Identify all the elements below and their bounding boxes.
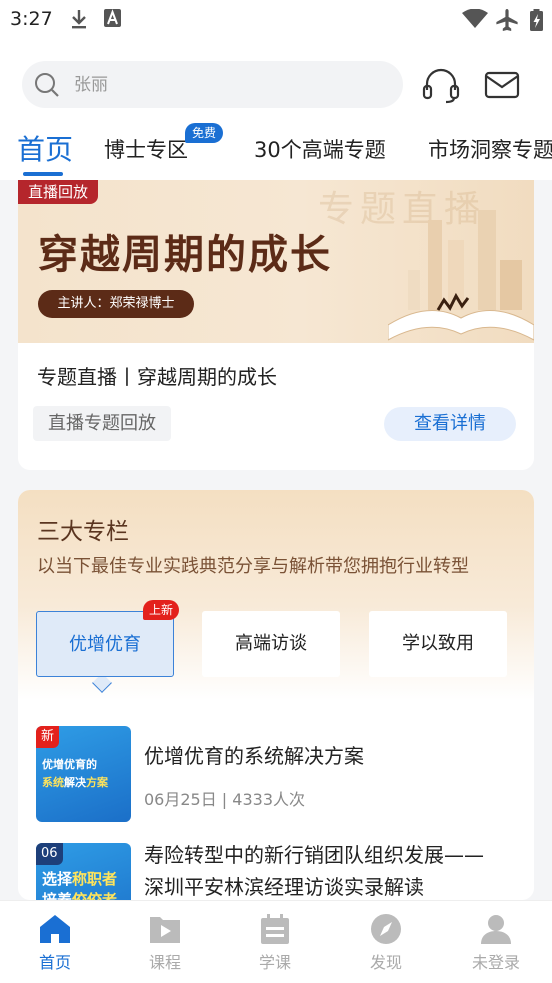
tab-doctor-zone[interactable]: 博士专区 [104,134,188,164]
thumb-line: 优增优育的 [42,758,97,771]
wifi-icon [462,9,488,29]
nav-profile[interactable]: 未登录 [456,913,536,973]
course-title: 寿险转型中的新行销团队组织发展—— 深圳平安林滨经理访谈实录解读 [144,843,484,899]
books-illustration [388,210,534,341]
mail-icon[interactable] [484,68,524,104]
nav-discover[interactable]: 发现 [346,913,426,973]
tab-bar: 首页 博士专区 30个高端专题 市场洞察专题 [0,128,552,176]
free-badge: 免费 [185,123,223,143]
course-item[interactable]: 新 优增优育的 系统解决方案 优增优育的系统解决方案 06月25日 | 4333… [36,726,516,822]
columns-card: 三大专栏 以当下最佳专业实践典范分享与解析带您拥抱行业转型 优增优育 高端访谈 … [18,490,534,900]
tab-active-indicator [23,172,63,176]
segment-practice[interactable]: 学以致用 [369,611,507,677]
search-input[interactable] [74,61,374,108]
new-badge: 上新 [143,600,180,620]
live-banner[interactable]: 专题直播 直播回放 穿越周期的成长 主讲人：郑荣禄博士 [18,180,534,343]
columns-description: 以当下最佳专业实践典范分享与解析带您拥抱行业转型 [37,556,469,577]
nav-label: 未登录 [471,953,520,972]
status-time: 3:27 [10,8,53,30]
tab-home[interactable]: 首页 [17,128,73,168]
calendar-icon [261,914,289,944]
segment-interview[interactable]: 高端访谈 [202,611,340,677]
nav-label: 课程 [148,953,181,972]
airplane-icon [495,9,519,31]
play-icon [150,917,180,943]
replay-tag: 直播回放 [18,180,99,204]
nav-label: 学课 [258,953,291,972]
live-title[interactable]: 专题直播丨穿越周期的成长 [37,361,277,390]
nav-label: 首页 [38,953,71,972]
bottom-nav: 首页 课程 学课 发现 未登录 [0,900,552,983]
nav-courses[interactable]: 课程 [125,913,205,973]
view-details-button[interactable]: 查看详情 [384,407,516,441]
tab-30-topics[interactable]: 30个高端专题 [254,134,386,164]
user-icon [481,915,511,944]
battery-charging-icon [530,9,543,31]
nav-home[interactable]: 首页 [15,913,95,973]
compass-icon [371,914,401,944]
course-thumbnail: 新 优增优育的 系统解决方案 [36,726,131,822]
headset-icon[interactable] [421,68,461,104]
nav-study[interactable]: 学课 [235,913,315,973]
course-title: 优增优育的系统解决方案 [144,744,364,768]
tab-market-insight[interactable]: 市场洞察专题 [428,134,552,164]
banner-title: 穿越周期的成长 [38,232,332,278]
thumb-episode-tag: 06 [36,843,63,865]
thumb-line: 系统解决方案 [42,776,108,789]
course-item[interactable]: 06 选择称职者 培养佼佼者 寿险转型中的新行销团队组织发展—— 深圳平安林滨经理… [36,843,516,900]
live-card[interactable]: 专题直播 直播回放 穿越周期的成长 主讲人：郑荣禄博士 专题直播丨穿越周期的成长… [18,180,534,470]
search-bar[interactable] [22,61,403,108]
columns-title: 三大专栏 [37,519,129,545]
thumb-line: 选择称职者 [42,870,118,888]
course-meta: 06月25日 | 4333人次 [144,790,306,809]
download-icon [70,9,88,29]
thumb-line: 培养佼佼者 [42,891,118,900]
segment-youzeng[interactable]: 优增优育 [36,611,174,677]
live-category-tag: 直播专题回放 [33,406,171,441]
course-thumbnail: 06 选择称职者 培养佼佼者 [36,843,131,900]
header: 首页 博士专区 30个高端专题 市场洞察专题 免费 [0,40,552,180]
search-icon [34,72,60,102]
home-icon [40,915,70,943]
banner-speaker: 主讲人：郑荣禄博士 [38,290,194,318]
status-bar: 3:27 [0,0,552,40]
font-a-icon [104,9,121,27]
nav-label: 发现 [369,953,402,972]
thumb-new-tag: 新 [36,726,60,748]
